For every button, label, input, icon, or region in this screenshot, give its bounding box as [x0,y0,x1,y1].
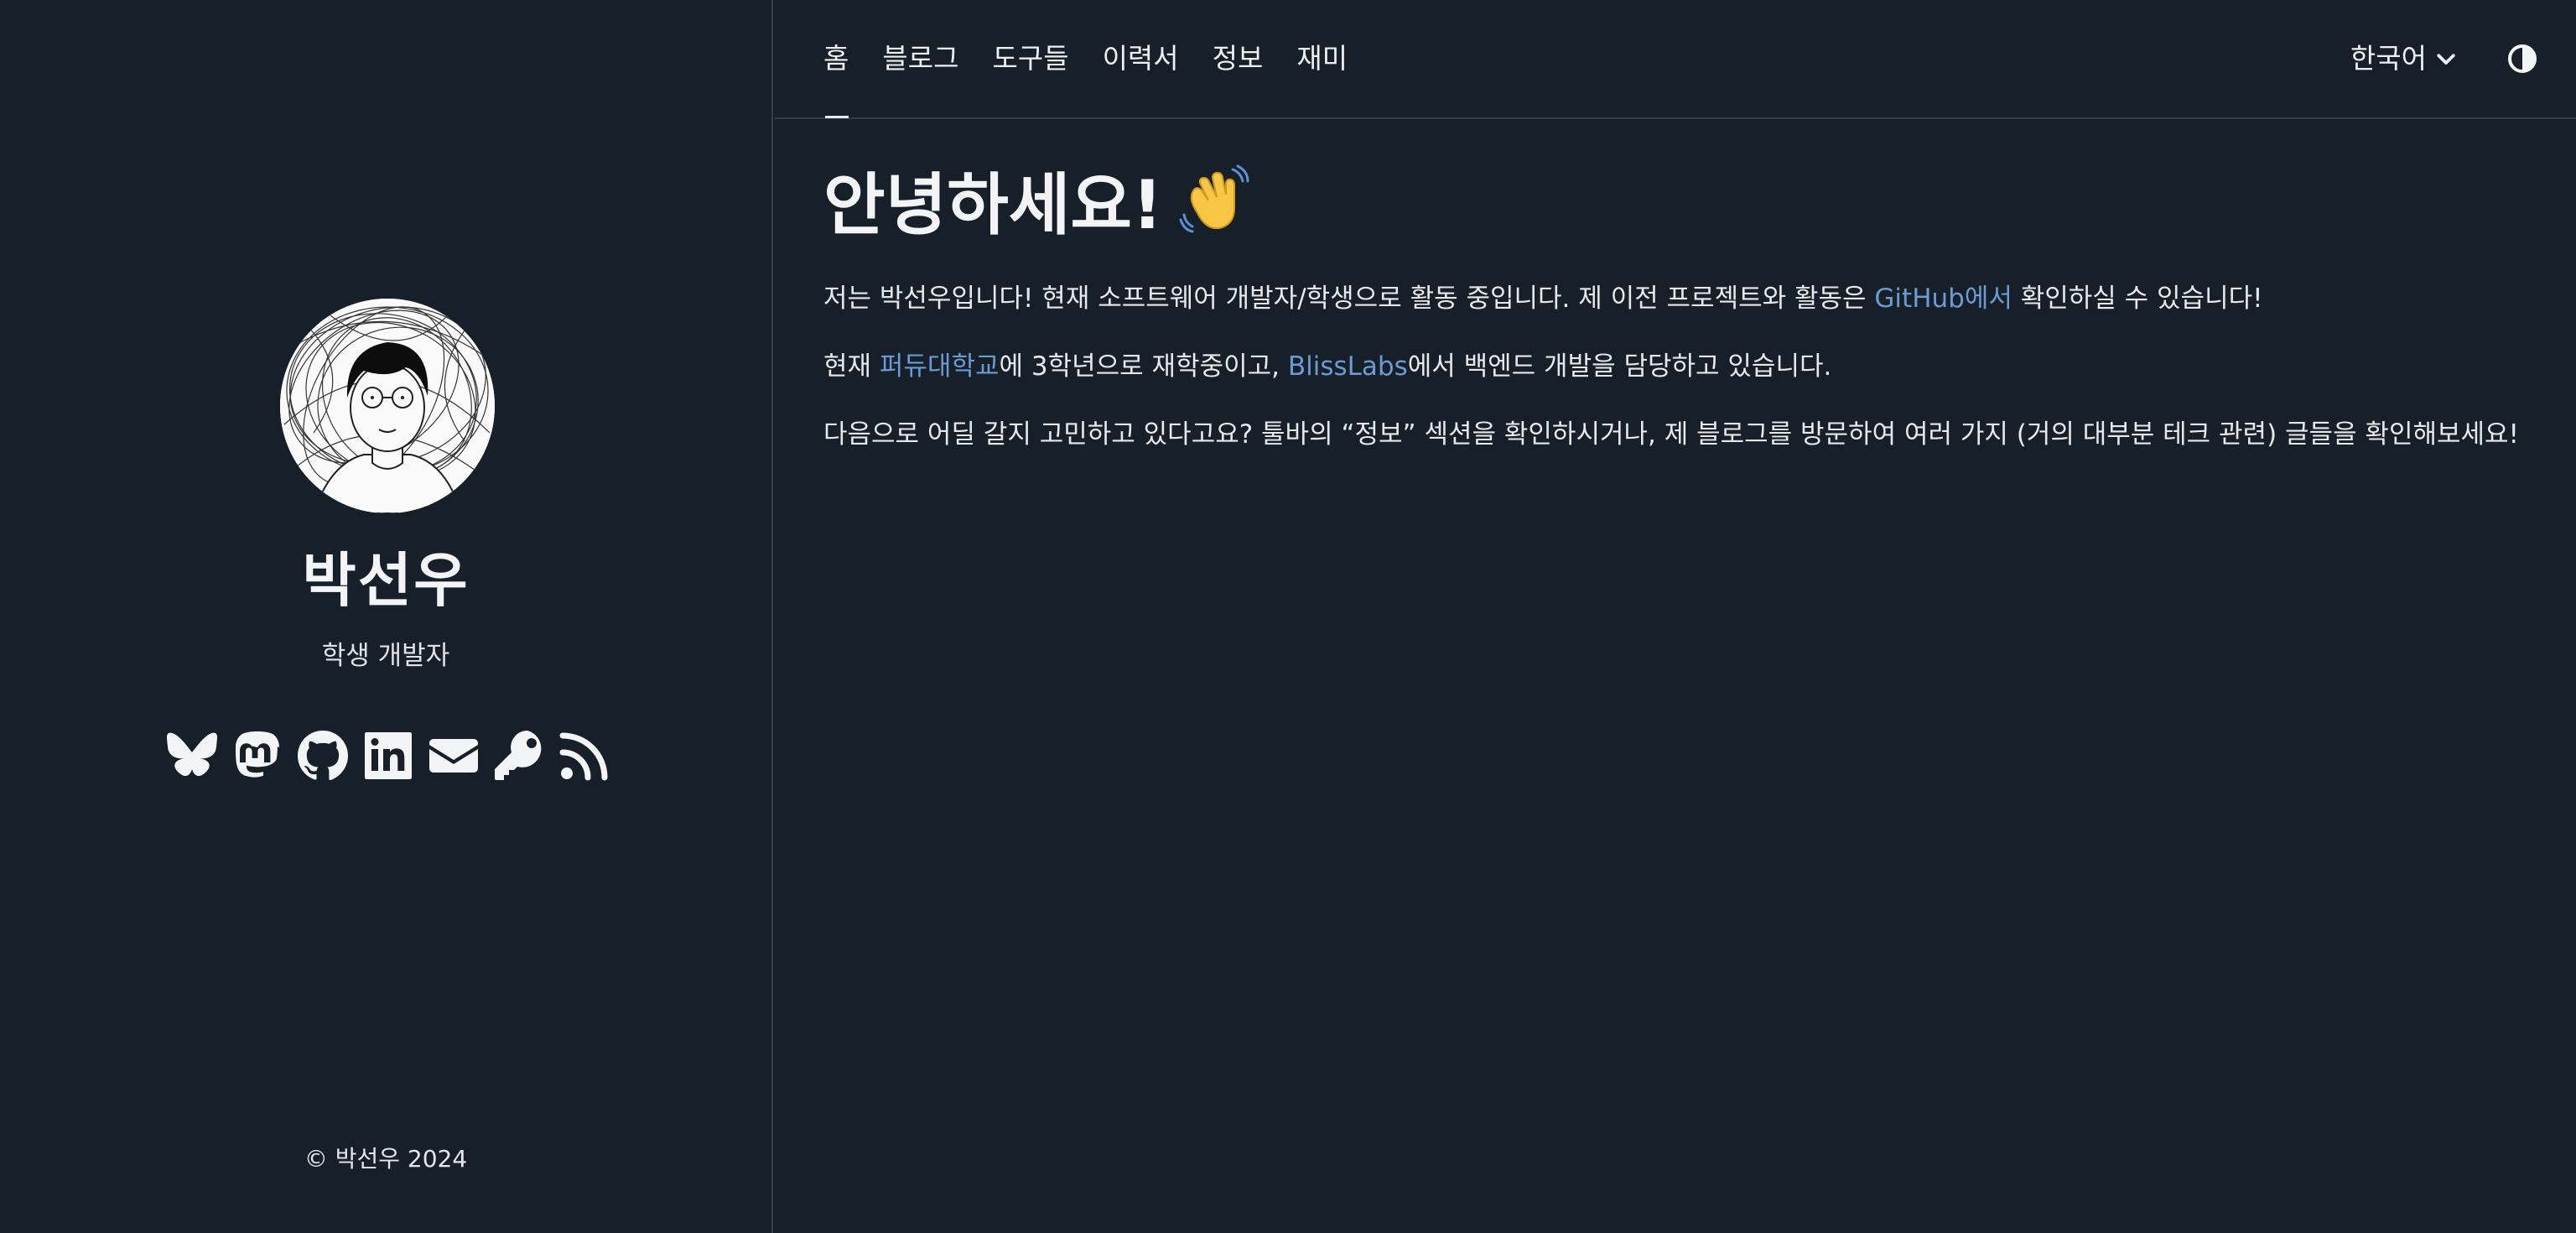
key-icon[interactable] [491,726,547,785]
language-label: 한국어 [2350,42,2427,75]
main-content: 안녕하세요! 저는 박선우입니다! 현재 소프트웨어 개발자/학생으로 활동 중… [823,158,2534,460]
bluesky-icon[interactable] [164,726,220,785]
language-selector[interactable]: 한국어 [2350,39,2459,79]
status-text-2: 에 3학년으로 재학중이고, [999,351,1288,382]
page: 박선우 학생 개발자 © 박선우 2024 홈 블로그 도구들 이력서 정보 재… [0,0,2576,1233]
email-icon[interactable] [426,726,481,785]
status-text-1: 현재 [823,351,880,382]
github-icon[interactable] [295,726,351,785]
profile-name: 박선우 [302,546,470,615]
linkedin-icon[interactable] [361,726,416,785]
purdue-link[interactable]: 퍼듀대학교 [880,351,1000,382]
profile-role: 학생 개발자 [321,641,450,671]
avatar [280,299,495,513]
top-navigation: 홈 블로그 도구들 이력서 정보 재미 한국어 [775,0,2576,119]
copyright-footer: © 박선우 2024 [304,1145,468,1173]
profile-sidebar: 박선우 학생 개발자 © 박선우 2024 [0,0,773,1233]
next-steps-paragraph: 다음으로 어딜 갈지 고민하고 있다고요? 툴바의 “정보” 섹션을 확인하시거… [823,419,2519,450]
greeting-heading: 안녕하세요! [823,158,2534,244]
chevron-down-icon [2437,54,2455,65]
github-link[interactable]: GitHub에서 [1874,284,2012,314]
current-status-paragraph: 현재 퍼듀대학교에 3학년으로 재학중이고, BlissLabs에서 백엔드 개… [823,341,2534,393]
nav-link-tools[interactable]: 도구들 [992,39,1068,79]
intro-paragraph: 저는 박선우입니다! 현재 소프트웨어 개발자/학생으로 활동 중입니다. 제 … [823,273,2534,325]
nav-menu: 홈 블로그 도구들 이력서 정보 재미 [823,39,1348,118]
mastodon-icon[interactable] [230,726,285,785]
theme-toggle-icon[interactable] [2507,44,2537,74]
waving-hand-icon [1179,164,1249,233]
nav-link-resume[interactable]: 이력서 [1103,39,1179,79]
greeting-text: 안녕하세요! [823,166,1163,244]
avatar-illustration [280,299,495,513]
nav-link-blog[interactable]: 블로그 [882,39,958,79]
nav-link-home[interactable]: 홈 [823,39,849,118]
blisslabs-link[interactable]: BlissLabs [1288,351,1408,382]
social-links [164,726,612,785]
rss-icon[interactable] [557,726,612,785]
intro-text-1: 저는 박선우입니다! 현재 소프트웨어 개발자/학생으로 활동 중입니다. 제 … [823,284,1875,314]
status-text-3: 에서 백엔드 개발을 담당하고 있습니다. [1407,351,1832,382]
nav-link-fun[interactable]: 재미 [1296,39,1348,79]
nav-link-about[interactable]: 정보 [1213,39,1264,79]
intro-text-2: 확인하실 수 있습니다! [2012,284,2263,314]
